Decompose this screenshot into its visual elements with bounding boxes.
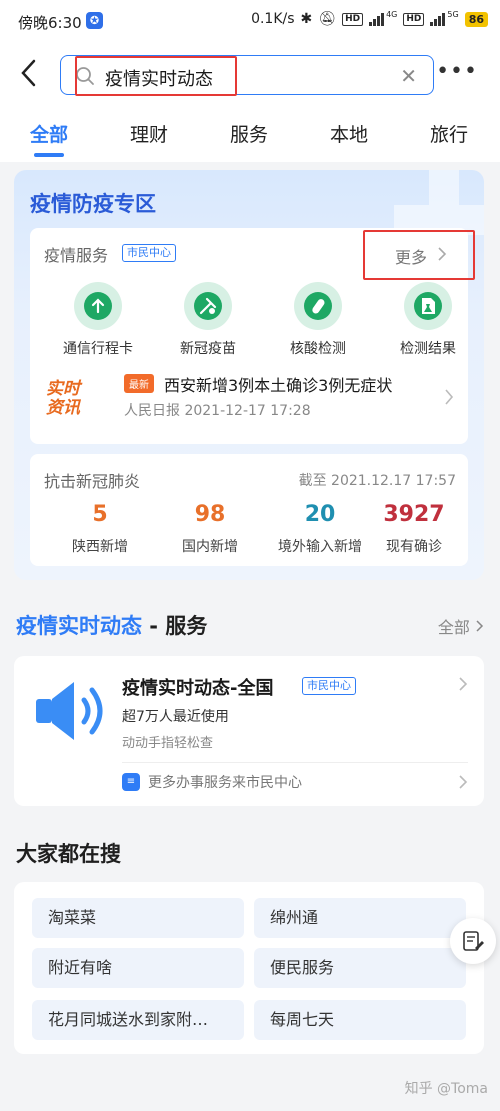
stat-label-imported: 境外输入新增 [278,539,362,555]
services-header: 疫情服务 [44,246,109,265]
test-tube-icon [312,299,325,314]
service-label-vaccine[interactable]: 新冠疫苗 [158,338,258,358]
chevron-right-icon[interactable] [458,774,468,790]
epidemic-zone: 疫情防疫专区 疫情服务 市民中心 更多 通信行程卡 新冠疫苗 核酸检测 检测结果 [14,170,484,580]
stat-value-domestic: 98 [194,502,226,527]
citizen-center-icon: ≡ [122,773,140,791]
trending-item[interactable]: 附近有啥 [32,948,244,988]
stat-label-domestic: 国内新增 [182,539,238,555]
stat-label-existing: 现有确诊 [386,539,442,555]
service-tag: 市民中心 [302,677,356,695]
chevron-right-icon[interactable] [444,388,454,406]
news-headline[interactable]: 西安新增3例本土确诊3例无症状 [164,372,392,396]
stat-value-shaanxi: 5 [92,502,108,527]
trending-title: 大家都在搜 [16,842,121,866]
signal-4g-icon [369,12,385,26]
service-section-title: 疫情实时动态 - 服务 [16,610,207,640]
arrow-up-icon [91,298,105,314]
tab-local[interactable]: 本地 [330,120,368,147]
latest-badge: 最新 [124,374,154,393]
tab-finance[interactable]: 理财 [130,120,168,147]
service-section-title-rest: - 服务 [142,614,208,638]
service-usage: 超7万人最近使用 [122,709,229,725]
mute-icon: 🔕︎ [318,11,337,27]
vaccine-button[interactable] [184,282,232,330]
chevron-right-icon [438,247,447,261]
service-label-result[interactable]: 检测结果 [378,338,478,358]
service-section-title-keyword: 疫情实时动态 [16,614,142,638]
vaccine-icon [199,297,217,315]
search-header: 疫情实时动态 ✕ ••• [0,44,500,106]
status-right-group: 0.1K/s ✱ 🔕︎ HD 4G HD 5G 86 [251,9,488,27]
trending-item[interactable]: 每周七天 [254,1000,466,1040]
service-label-itinerary[interactable]: 通信行程卡 [48,338,148,358]
signal-5g-icon [430,12,446,26]
tab-service[interactable]: 服务 [230,120,268,147]
logo-line-1: 实时 [46,379,80,399]
service-result-card[interactable]: 疫情实时动态-全国 市民中心 超7万人最近使用 动动手指轻松查 ≡ 更多办事服务… [14,656,484,806]
hd-badge-2: HD [403,12,425,26]
more-services-link[interactable]: 更多办事服务来市民中心 [148,772,302,792]
nucleic-test-button[interactable] [294,282,342,330]
chevron-right-icon [459,677,468,691]
watermark: 知乎 @Toma [404,1081,488,1097]
tab-all[interactable]: 全部 [30,120,68,147]
stat-value-existing: 3927 [383,502,445,527]
epidemic-zone-title: 疫情防疫专区 [30,192,156,216]
realtime-news-logo: 实时 资讯 [46,380,102,418]
clear-icon[interactable]: ✕ [400,64,417,88]
tab-travel[interactable]: 旅行 [430,120,468,147]
query-highlight-box [75,56,237,96]
service-label-nucleic[interactable]: 核酸检测 [268,338,368,358]
stat-value-imported: 20 [304,502,336,527]
epidemic-services-card: 疫情服务 市民中心 更多 通信行程卡 新冠疫苗 核酸检测 检测结果 实时 资讯 [30,228,475,444]
hd-badge: HD [342,12,364,26]
logo-line-2: 资讯 [46,398,80,418]
more-services-button[interactable]: 更多 [363,230,475,280]
covid-stats-card: 抗击新冠肺炎 截至 2021.12.17 17:57 5 陕西新增 98 国内新… [30,454,468,566]
view-all-label: 全部 [437,618,470,637]
citizen-center-tag: 市民中心 [122,244,176,262]
bluetooth-icon: ✱ [300,11,313,27]
status-time: 傍晚6:30 [18,14,82,32]
stats-title: 抗击新冠肺炎 [44,472,141,491]
feedback-button[interactable] [450,918,496,964]
speaker-icon [36,682,103,740]
status-bar: 傍晚6:30 ✪ 0.1K/s ✱ 🔕︎ HD 4G HD 5G 86 [0,0,500,44]
search-input[interactable]: 疫情实时动态 ✕ [60,55,434,96]
trending-item[interactable]: 花月同城送水到家附… [32,1000,244,1040]
active-tab-indicator [34,153,64,157]
itinerary-card-button[interactable] [74,282,122,330]
battery-icon: 86 [464,11,488,27]
net-4g-label: 4G [386,9,398,19]
chevron-right-icon [476,620,484,632]
edit-note-icon [463,931,484,951]
back-button[interactable] [18,58,48,90]
stats-as-of: 截至 2021.12.17 17:57 [298,473,456,489]
service-title[interactable]: 疫情实时动态-全国 [122,674,273,700]
flask-doc-icon [422,298,435,314]
test-result-button[interactable] [404,282,452,330]
divider [122,762,468,763]
stat-label-shaanxi: 陕西新增 [72,539,128,555]
trending-item[interactable]: 淘菜菜 [32,898,244,938]
more-label: 更多 [395,248,428,267]
app-notification-icon: ✪ [86,12,103,29]
trending-card: 淘菜菜 绵州通 附近有啥 便民服务 花月同城送水到家附… 每周七天 [14,882,484,1054]
service-slogan: 动动手指轻松查 [122,736,214,751]
more-options-button[interactable]: ••• [436,61,478,83]
trending-item[interactable]: 绵州通 [254,898,466,938]
news-source: 人民日报 2021-12-17 17:28 [124,403,311,419]
trending-item[interactable]: 便民服务 [254,948,466,988]
category-tabs: 全部 理财 服务 本地 旅行 [0,106,500,162]
net-5g-label: 5G [447,9,459,19]
chevron-left-icon [21,59,36,87]
view-all-services-link[interactable]: 全部 [438,614,484,638]
net-speed: 0.1K/s [251,11,295,27]
